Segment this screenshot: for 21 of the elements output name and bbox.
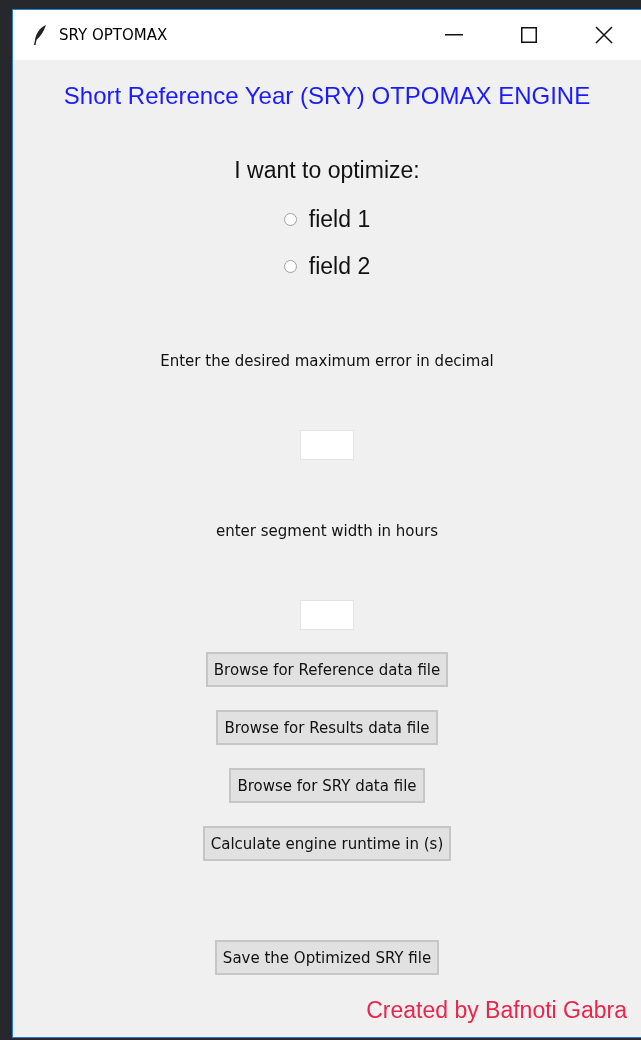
field-label: Enter the desired maximum error in decimal xyxy=(160,352,494,370)
field-label: enter segment width in hours xyxy=(215,522,439,540)
window-title: SRY OPTOMAX xyxy=(59,26,169,44)
maximize-icon[interactable] xyxy=(520,27,537,43)
radio-label[interactable]: field 2 xyxy=(308,253,371,280)
browse-button[interactable]: Browse for Results data file xyxy=(216,710,438,745)
radio-button[interactable] xyxy=(283,213,297,226)
feather-icon xyxy=(33,24,47,46)
radio-label[interactable]: field 1 xyxy=(308,206,371,233)
browse-button[interactable]: Browse for SRY data file xyxy=(229,768,425,803)
credit-text: Created by Bafnoti Gabra xyxy=(366,997,627,1024)
minimize-icon[interactable] xyxy=(444,34,463,36)
browse-button[interactable]: Browse for Reference data file xyxy=(205,652,449,687)
browse-button[interactable]: Calculate engine runtime in (s) xyxy=(202,826,452,861)
close-icon[interactable] xyxy=(594,26,613,44)
save-button[interactable]: Save the Optimized SRY file xyxy=(214,940,440,975)
input-field[interactable] xyxy=(300,430,354,460)
input-field[interactable] xyxy=(300,600,354,630)
radio-button[interactable] xyxy=(283,260,297,273)
prompt-label: I want to optimize: xyxy=(234,157,420,184)
app-heading: Short Reference Year (SRY) OTPOMAX ENGINE xyxy=(63,82,591,110)
